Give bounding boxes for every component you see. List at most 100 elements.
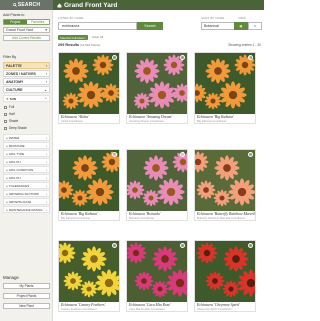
project-plants-button[interactable]: Project Plants [3,293,50,299]
chevron-right-icon: › [45,71,47,76]
category-palette[interactable]: PALETTE › [3,62,50,69]
add-to-project-icon[interactable] [112,152,117,157]
project-segment[interactable]: Project [4,20,27,24]
add-to-project-icon[interactable] [180,243,185,248]
chevron-down-icon: › [46,143,47,148]
plant-photo[interactable] [59,53,119,114]
chevron-down-icon: ⌄ [44,87,47,92]
sidebar: Add Plants to Project Favorites Grand Fr… [0,10,53,321]
subcategory-soil-ph[interactable]: ●SOIL PH › [3,158,50,165]
plant-photo[interactable] [127,241,187,302]
add-current-results-button[interactable]: Add Current Results [3,35,50,41]
plant-card[interactable]: Echinacea 'Cheyenne Spirit' Cheyenne Spir… [194,240,256,312]
results-count-value: 209 Results [58,43,80,47]
category-anatomy[interactable]: ANATOMY › [3,78,50,85]
subcategory-label: SUN [9,96,17,101]
add-to-project-icon[interactable] [112,243,117,248]
list-view-button[interactable]: ≡ [248,22,262,30]
chevron-up-icon: ⌃ [44,96,47,101]
checkbox[interactable] [4,126,7,130]
active-filter-label: Selected Individual [60,35,84,40]
plant-photo[interactable] [127,53,187,114]
subcategory-growth-rate[interactable]: ●GROWTH RATE › [3,198,50,205]
results-sub: (11,520 Plants) [80,43,101,47]
my-plants-button[interactable]: My Plants [3,283,50,289]
category-label: ANATOMY [6,79,24,84]
list-icon: ≡ [254,24,256,28]
manage-label: Manage [3,275,19,280]
plant-card[interactable]: Echinacea 'Big Kahuna' Big Kahuna Coneflo… [194,52,256,124]
grid-view-button[interactable]: ▦ [234,22,248,30]
add-to-project-icon[interactable] [248,152,253,157]
sun-option-half[interactable]: Half [4,112,15,116]
add-to-project-icon[interactable] [248,243,253,248]
new-plant-button[interactable]: New Plant [3,303,50,309]
add-to-project-icon[interactable] [248,55,253,60]
category-culture[interactable]: CULTURE ⌄ [3,86,50,93]
plant-photo[interactable] [195,150,255,211]
subcategory-soil-ph-2[interactable]: ●SOIL PH › [3,174,50,181]
add-plants-label: Add Plants to [3,13,25,17]
subcategory-water[interactable]: ●WATER › [3,134,50,141]
plant-card[interactable]: Echinacea 'Canary Feathers' Canary Feathe… [58,240,120,312]
plant-photo[interactable] [195,53,255,114]
plant-card[interactable]: Echinacea 'Big Kahuna' Big Kahuna Coneflo… [58,149,120,221]
chevron-right-icon: › [45,79,47,84]
subcategory-growing-factors[interactable]: ●GROWING FACTORS › [3,190,50,197]
plant-photo[interactable] [127,150,187,211]
subcategory-maintenance-rating[interactable]: ●MAINTENANCE RATING › [3,206,50,213]
chevron-down-icon: ▾ [45,28,47,32]
add-to-project-icon[interactable] [180,152,185,157]
add-to-project-icon[interactable] [180,55,185,60]
favorites-segment[interactable]: Favorites [26,20,49,24]
plant-card[interactable]: Echinacea 'Amazing Dream' Amazing Dream C… [126,52,188,124]
shield-icon: ● [6,183,8,188]
sun-option-full[interactable]: Full [4,105,14,109]
subcategory-moisture[interactable]: ●MOISTURE › [3,142,50,149]
close-icon[interactable]: × [84,36,86,40]
button-label: My Plants [19,284,34,288]
active-filter-tag[interactable]: Selected Individual × [58,35,88,40]
chevron-right-icon: › [45,63,47,68]
sun-option-shade[interactable]: Shade [4,119,18,123]
subcategory-sun[interactable]: ☀SUN ⌃ [3,95,50,102]
soil-icon: ● [6,167,8,172]
subcategory-label: SOIL PH [8,175,21,180]
add-target-toggle: Project Favorites [3,19,50,25]
category-zones-natives[interactable]: ZONES / NATIVES › [3,70,50,77]
ph-icon: ● [6,175,8,180]
checkbox[interactable] [4,105,7,109]
search-tab[interactable]: SEARCH [0,0,53,10]
button-label: Project Plants [16,294,37,298]
plant-photo[interactable] [59,241,119,302]
checkbox[interactable] [4,112,7,116]
plant-card[interactable]: Echinacea 'Bravado' Bravado Coneflower [126,149,188,221]
add-to-project-icon[interactable] [112,55,117,60]
subcategory-tolerances[interactable]: ●TOLERANCES › [3,182,50,189]
plant-common-name: Aloha Coneflower [61,119,84,123]
subcategory-label: GROWING FACTORS [8,191,39,196]
sun-option-deep-shade[interactable]: Deep Shade [4,126,27,130]
plant-card[interactable]: Echinacea 'Cara Mia Rose' Cara Mia Double… [126,240,188,312]
project-select[interactable]: Grand Front Yard ▾ [3,27,50,33]
category-label: PALETTE [6,63,22,68]
search-button[interactable]: Search [137,22,163,30]
checkbox[interactable] [4,119,7,123]
plant-common-name: Cara Mia Double Coneflower [129,307,165,311]
home-icon [57,3,62,7]
search-icon [12,3,17,7]
chevron-down-icon: › [46,135,47,140]
subcategory-soil-type[interactable]: ●SOIL TYPE › [3,150,50,157]
plant-card[interactable]: Echinacea 'Butterfly Rainbow Marcella' Bu… [194,149,256,221]
subcategory-soil-condition[interactable]: ●SOIL CONDITION › [3,166,50,173]
chevron-down-icon: › [46,183,47,188]
project-title: Grand Front Yard [64,1,118,9]
search-tab-label: SEARCH [17,2,41,8]
search-input[interactable]: echinacea [58,22,137,30]
clear-all-link[interactable]: Clear All [92,35,103,39]
sun-icon: ☀ [6,96,9,101]
chevron-down-icon: › [46,191,47,196]
plant-card[interactable]: Echinacea 'Aloha' Aloha Coneflower [58,52,120,124]
plant-photo[interactable] [59,150,119,211]
plant-photo[interactable] [195,241,255,302]
